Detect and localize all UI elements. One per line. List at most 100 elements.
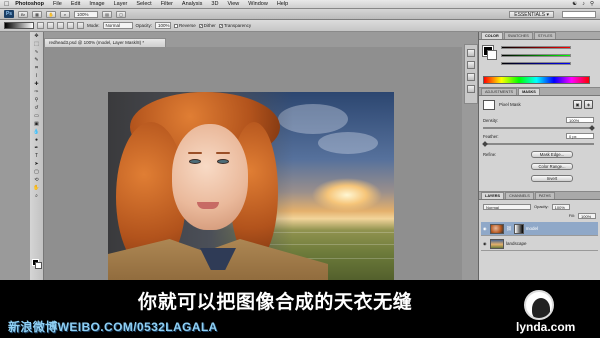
invert-button[interactable]: Invert [531,175,573,182]
menu-file[interactable]: File [53,1,62,7]
mask-edge-button[interactable]: Mask Edge... [531,151,573,158]
menu-select[interactable]: Select [136,1,151,7]
clone-stamp-tool-icon[interactable]: ⚲ [33,97,41,103]
arrange-documents-button[interactable]: ▤ [102,10,112,18]
blur-tool-icon[interactable]: 💧 [33,129,41,135]
color-range-button[interactable]: Color Range... [531,163,573,170]
tab-masks[interactable]: MASKS [518,88,540,95]
tab-paths[interactable]: PATHS [534,192,555,199]
linear-gradient-icon[interactable] [37,22,44,29]
panel-background-swatch[interactable] [487,50,497,60]
layer-row-landscape[interactable]: ◉ landscape [481,237,598,251]
diamond-gradient-icon[interactable] [77,22,84,29]
3d-rotate-tool-icon[interactable]: ⟲ [33,177,41,183]
vector-mask-button[interactable]: ◈ [584,100,593,109]
marquee-tool-icon[interactable]: ⬚ [33,41,41,47]
tab-color[interactable]: COLOR [481,32,503,39]
tab-layers[interactable]: LAYERS [481,192,505,199]
eyedropper-tool-icon[interactable]: ⌇ [33,73,41,79]
menu-view[interactable]: View [227,1,239,7]
quick-select-tool-icon[interactable]: ✎ [33,57,41,63]
menu-3d[interactable]: 3D [211,1,218,7]
radial-gradient-icon[interactable] [47,22,54,29]
crop-tool-icon[interactable]: ⌗ [33,65,41,71]
path-select-tool-icon[interactable]: ➤ [33,161,41,167]
gradient-tool-icon[interactable]: ▣ [33,121,41,127]
opacity-input[interactable]: 100% [155,22,172,29]
dither-checkbox[interactable]: ✓ Dither [198,23,216,28]
menu-layer[interactable]: Layer [114,1,128,7]
tab-swatches[interactable]: SWATCHES [503,32,533,39]
tab-adjustments[interactable]: ADJUSTMENTS [481,88,518,95]
zoom-tool-button[interactable]: ⌕ [60,10,70,18]
history-brush-tool-icon[interactable]: ↺ [33,105,41,111]
menu-filter[interactable]: Filter [161,1,173,7]
zoom-tool-icon[interactable]: ⌕ [33,193,41,199]
dodge-tool-icon[interactable]: ● [33,137,41,143]
transparency-checkbox[interactable]: ✓ Transparency [218,23,251,28]
workspace-switcher[interactable]: ESSENTIALS ▾ [509,10,554,18]
screen-mode-button[interactable]: ▢ [116,10,126,18]
blue-slider[interactable] [501,62,571,65]
tab-channels[interactable]: CHANNELS [505,192,534,199]
visibility-eye-icon[interactable]: ◉ [483,241,488,246]
menu-window[interactable]: Window [248,1,268,7]
actions-panel-icon[interactable] [467,61,475,69]
composite-image-canvas[interactable] [108,92,394,284]
angle-gradient-icon[interactable] [57,22,64,29]
pixel-mask-button[interactable]: ▣ [573,100,582,109]
help-search-input[interactable] [562,10,596,18]
layer-mask-thumbnail[interactable] [513,223,524,234]
type-tool-icon[interactable]: T [33,153,41,159]
background-color-swatch[interactable] [35,262,42,269]
hand-tool-icon[interactable]: ✋ [33,185,41,191]
blend-mode-select[interactable]: Normal [483,203,531,210]
menu-edit[interactable]: Edit [71,1,80,7]
color-spectrum-bar[interactable] [483,76,590,84]
move-tool-icon[interactable]: ✥ [33,33,41,39]
tab-styles[interactable]: STYLES [533,32,557,39]
link-icon[interactable]: ⛓ [506,226,512,232]
reverse-checkbox[interactable]: Reverse [174,23,196,28]
menu-help[interactable]: Help [277,1,288,7]
shape-tool-icon[interactable]: ▢ [33,169,41,175]
healing-tool-icon[interactable]: ✚ [33,81,41,87]
lasso-tool-icon[interactable]: ∿ [33,49,41,55]
minibridge-button[interactable]: ▦ [32,10,42,18]
density-input[interactable]: 100% [566,117,594,123]
visibility-eye-icon[interactable]: ◉ [483,226,488,231]
menu-app[interactable]: Photoshop [15,1,44,7]
density-slider-thumb[interactable] [589,125,595,131]
feather-slider[interactable] [482,141,594,147]
reflected-gradient-icon[interactable] [67,22,74,29]
wifi-icon[interactable]: ☯ [572,1,577,7]
document-tab[interactable]: redhead3.psd @ 100% (model, Layer Mask/8… [44,38,166,47]
bridge-button[interactable]: Br [18,10,28,18]
volume-icon[interactable]: ♪ [582,1,585,7]
hand-tool-button[interactable]: ✋ [46,10,56,18]
mode-select[interactable]: Normal [102,22,133,29]
layer-name[interactable]: model [526,226,538,231]
zoom-level-select[interactable]: 100% [74,10,98,18]
menu-image[interactable]: Image [89,1,104,7]
character-panel-icon[interactable] [467,85,475,93]
spotlight-icon[interactable]: ⚲ [590,1,594,7]
layer-row-model[interactable]: ◉ ⛓ model [481,222,598,236]
density-slider[interactable] [483,125,595,131]
layer-name[interactable]: landscape [506,241,527,246]
apple-icon[interactable]:  [4,1,9,8]
red-slider[interactable] [501,46,571,49]
chinese-subtitle: 你就可以把图像合成的天衣无缝 [138,292,413,313]
brush-tool-icon[interactable]: ✑ [33,89,41,95]
fill-input[interactable]: 100% [578,212,596,219]
menu-analysis[interactable]: Analysis [182,1,202,7]
green-slider[interactable] [501,54,571,57]
brushes-panel-icon[interactable] [467,73,475,81]
pen-tool-icon[interactable]: ✒ [33,145,41,151]
gradient-picker[interactable] [4,22,34,29]
feather-slider-thumb[interactable] [482,141,488,147]
layer-opacity-input[interactable]: 100% [551,203,570,210]
history-panel-icon[interactable] [467,49,475,57]
eraser-tool-icon[interactable]: ▭ [33,113,41,119]
feather-input[interactable]: 0 px [566,133,594,139]
